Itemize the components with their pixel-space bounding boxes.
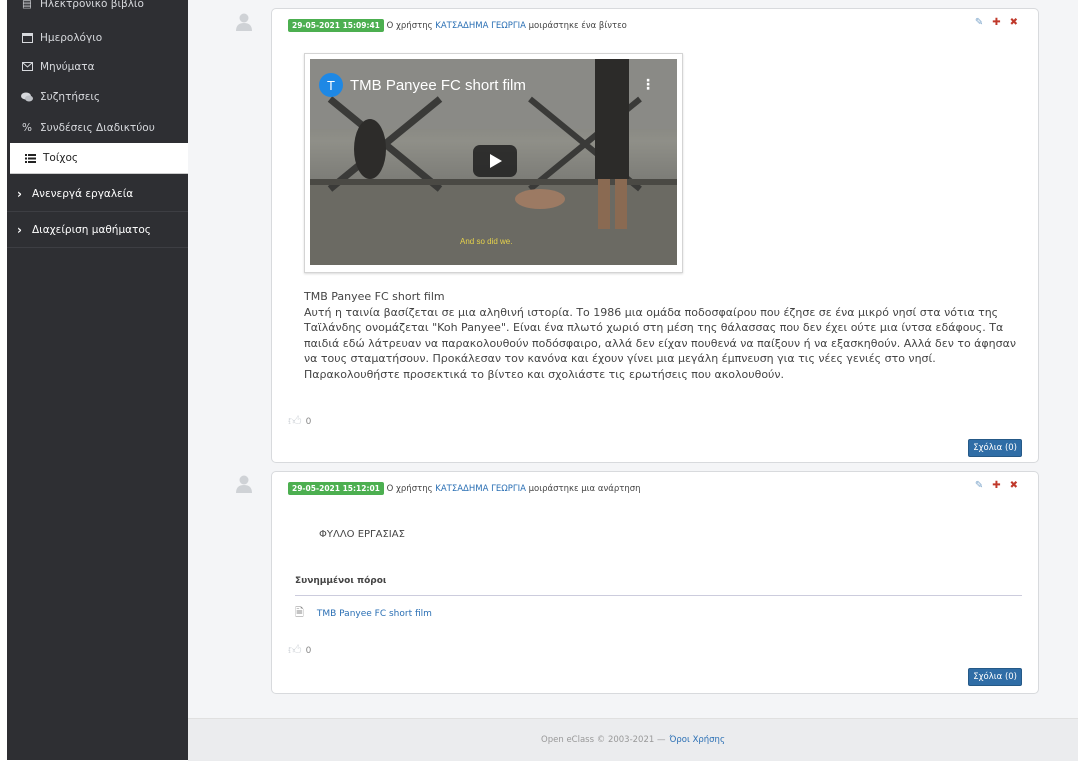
delete-icon[interactable]: ✖ xyxy=(1010,17,1018,28)
post-prefix: Ο χρήστης xyxy=(386,484,433,494)
post-header: 29-05-2021 15:12:01 Ο χρήστης ΚΑΤΣΑΔΗΜΑ … xyxy=(288,482,641,495)
book-icon: ▤ xyxy=(22,0,32,10)
sidebar-item-links[interactable]: % Συνδέσεις Διαδικτύου xyxy=(7,112,188,143)
chevron-right-icon: › xyxy=(17,186,22,201)
sidebar-category-label: Διαχείριση μαθήματος xyxy=(31,223,151,236)
envelope-icon xyxy=(20,62,34,71)
play-button[interactable] xyxy=(473,145,517,177)
page-footer: Open eClass © 2003-2021 — Όροι Χρήσης xyxy=(188,718,1078,761)
post-header: 29-05-2021 15:09:41 Ο χρήστης ΚΑΤΣΑΔΗΜΑ … xyxy=(288,19,627,32)
post-text-title: TMB Panyee FC short film xyxy=(304,290,445,303)
video-player[interactable]: T TMB Panyee FC short film ⋮ And so did … xyxy=(310,59,677,265)
attached-resource[interactable]: 🗎︎ TMB Panyee FC short film xyxy=(295,604,432,623)
sidebar-item-label: Συζητήσεις xyxy=(40,90,101,103)
post-text-body: Αυτή η ταινία βασίζεται σε μια αληθινή ι… xyxy=(304,305,1017,366)
sidebar-category-course-admin[interactable]: › Διαχείριση μαθήματος xyxy=(7,212,188,248)
video-menu-icon[interactable]: ⋮ xyxy=(641,77,655,93)
like-count: 0 xyxy=(305,416,312,427)
sidebar-item-label: Ημερολόγιο xyxy=(40,31,103,44)
post-card-video: 29-05-2021 15:09:41 Ο χρήστης ΚΑΤΣΑΔΗΜΑ … xyxy=(271,8,1039,463)
post-user-link[interactable]: ΚΑΤΣΑΔΗΜΑ ΓΕΩΡΓΙΑ xyxy=(435,484,526,494)
delete-icon[interactable]: ✖ xyxy=(1010,480,1018,491)
like-control[interactable]: 👍︎ 0 xyxy=(288,643,311,658)
sidebar-item-wall[interactable]: Τοίχος xyxy=(10,143,191,174)
list-icon xyxy=(23,153,37,163)
comments-button[interactable]: Σχόλια (0) xyxy=(968,439,1022,457)
user-avatar-icon xyxy=(236,475,252,493)
comments-icon xyxy=(20,92,34,102)
sidebar-item-forum[interactable]: Συζητήσεις xyxy=(7,81,188,112)
sidebar-item-label: Συνδέσεις Διαδικτύου xyxy=(40,121,155,134)
like-count: 0 xyxy=(305,645,312,656)
post-action: μοιράστηκε ένα βίντεο xyxy=(528,21,627,31)
attached-resources-title: Συνημμένοι πόροι xyxy=(295,576,387,586)
edit-icon[interactable]: ✎ xyxy=(975,480,983,491)
post-tools: ✎ ✚ ✖ xyxy=(975,480,1018,491)
video-subtitle: And so did we. xyxy=(460,237,513,246)
post-description: TMB Panyee FC short film Αυτή η ταινία β… xyxy=(304,289,1024,382)
post-action: μοιράστηκε μια ανάρτηση xyxy=(528,484,641,494)
sidebar-item-label: Μηνύματα xyxy=(40,60,95,73)
thumbs-up-icon[interactable]: 👍︎ xyxy=(288,414,302,429)
comments-button[interactable]: Σχόλια (0) xyxy=(968,668,1022,686)
post-tools: ✎ ✚ ✖ xyxy=(975,17,1018,28)
chevron-right-icon: › xyxy=(17,222,22,237)
sidebar-item-calendar[interactable]: Ημερολόγιο xyxy=(7,22,188,53)
like-control[interactable]: 👍︎ 0 xyxy=(288,414,311,429)
video-title[interactable]: TMB Panyee FC short film xyxy=(350,77,526,94)
post-date-badge: 29-05-2021 15:12:01 xyxy=(288,482,384,495)
video-embed[interactable]: T TMB Panyee FC short film ⋮ And so did … xyxy=(304,53,683,273)
pin-icon[interactable]: ✚ xyxy=(992,17,1000,28)
pin-icon[interactable]: ✚ xyxy=(992,480,1000,491)
link-icon: % xyxy=(22,121,32,134)
user-avatar-icon xyxy=(236,13,252,31)
post-prefix: Ο χρήστης xyxy=(386,21,433,31)
sidebar-category-label: Ανενεργά εργαλεία xyxy=(31,187,134,200)
channel-logo: T xyxy=(319,73,343,97)
terms-link[interactable]: Όροι Χρήσης xyxy=(669,735,724,745)
pdf-file-icon: 🗎︎ xyxy=(295,606,304,619)
post-text-footer: Παρακολουθήστε προσεκτικά το βίντεο και … xyxy=(304,367,785,381)
calendar-icon xyxy=(20,32,34,43)
post-body: ΦΥΛΛΟ ΕΡΓΑΣΙΑΣ xyxy=(319,529,405,540)
footer-copyright: Open eClass © 2003-2021 — xyxy=(541,735,666,745)
sidebar: ▤ Ηλεκτρονικό βιβλίο Ημερολόγιο Μηνύματα… xyxy=(7,0,191,760)
sidebar-category-inactive-tools[interactable]: › Ανενεργά εργαλεία xyxy=(7,176,188,212)
sidebar-item-ebook[interactable]: ▤ Ηλεκτρονικό βιβλίο xyxy=(7,0,188,19)
wall-main: 29-05-2021 15:09:41 Ο χρήστης ΚΑΤΣΑΔΗΜΑ … xyxy=(188,0,1078,761)
resource-link[interactable]: TMB Panyee FC short film xyxy=(317,609,432,619)
divider xyxy=(295,595,1022,596)
sidebar-item-label: Ηλεκτρονικό βιβλίο xyxy=(40,0,144,10)
post-date-badge: 29-05-2021 15:09:41 xyxy=(288,19,384,32)
edit-icon[interactable]: ✎ xyxy=(975,17,983,28)
post-card-worksheet: 29-05-2021 15:12:01 Ο χρήστης ΚΑΤΣΑΔΗΜΑ … xyxy=(271,471,1039,694)
sidebar-item-label: Τοίχος xyxy=(43,152,79,164)
sidebar-item-messages[interactable]: Μηνύματα xyxy=(7,51,188,82)
thumbs-up-icon[interactable]: 👍︎ xyxy=(288,643,302,658)
post-user-link[interactable]: ΚΑΤΣΑΔΗΜΑ ΓΕΩΡΓΙΑ xyxy=(435,21,526,31)
